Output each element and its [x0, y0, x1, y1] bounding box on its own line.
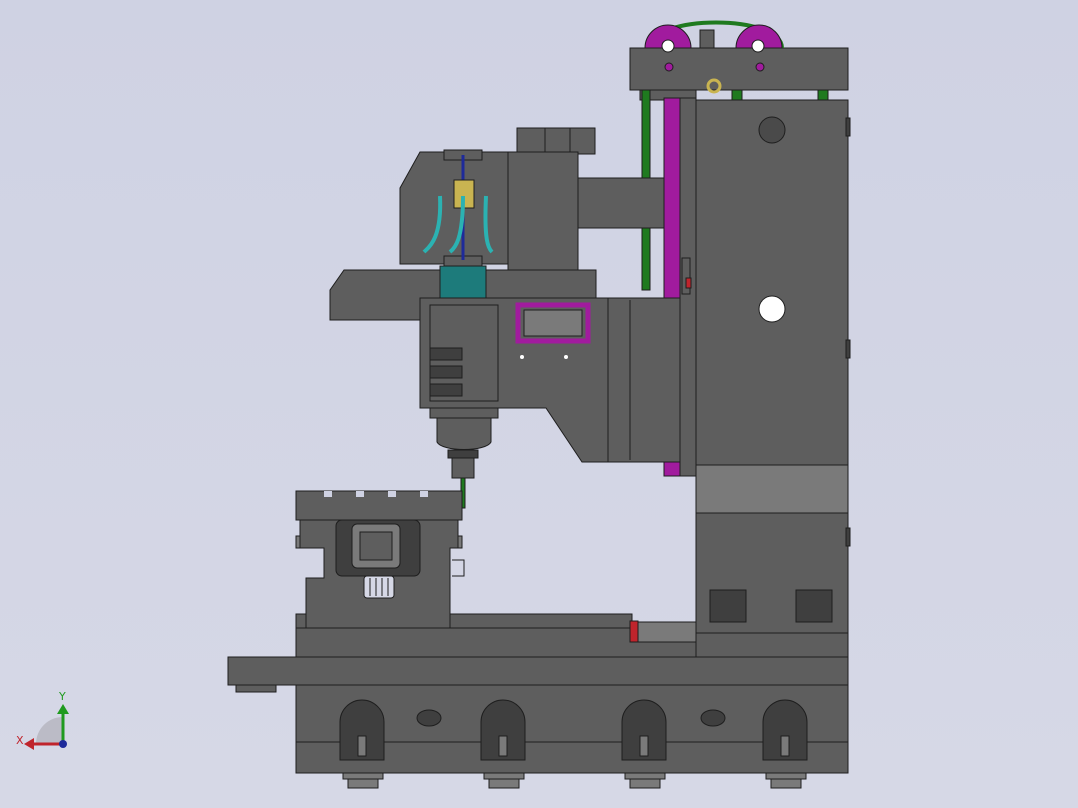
work-table[interactable]	[295, 490, 465, 629]
triad-x-label: X	[16, 734, 24, 747]
leveling-feet	[342, 772, 807, 789]
machine-model[interactable]: .g { fill:#5e5e5e; stroke:#1e1e1e; strok…	[0, 0, 1078, 808]
cad-viewport[interactable]: .g { fill:#5e5e5e; stroke:#1e1e1e; strok…	[0, 0, 1078, 808]
coordinate-triad-icon: Y X	[16, 690, 69, 750]
spindle-head[interactable]	[329, 127, 681, 509]
pulley-assembly	[644, 20, 784, 53]
triad-y-label: Y	[58, 690, 66, 703]
